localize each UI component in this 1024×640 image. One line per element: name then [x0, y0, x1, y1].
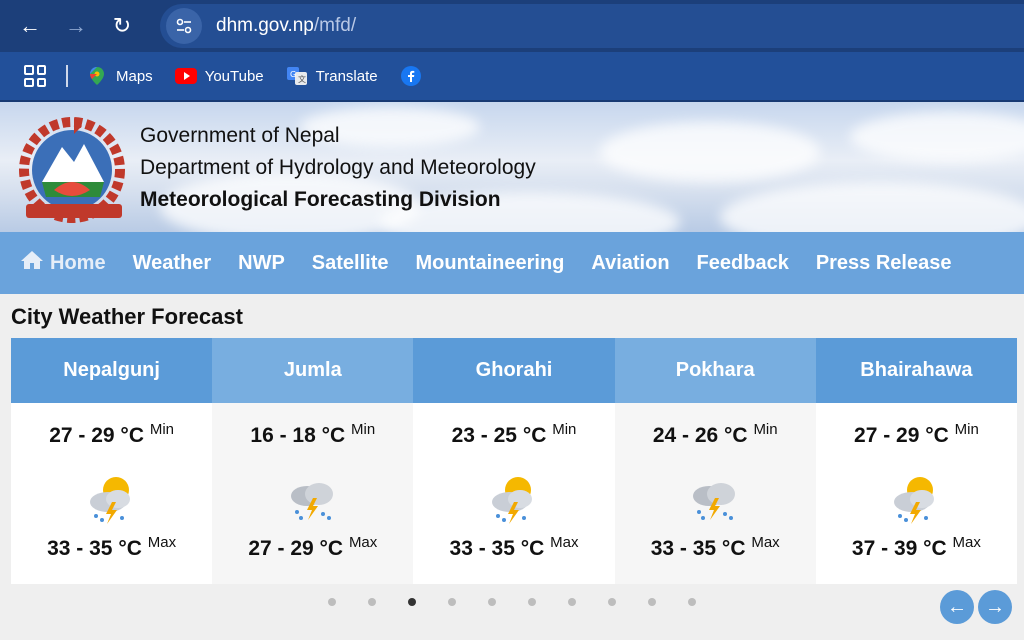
- carousel-dot[interactable]: [368, 598, 376, 606]
- nav-press-release[interactable]: Press Release: [816, 252, 952, 275]
- division-title: Meteorological Forecasting Division: [140, 188, 501, 211]
- nav-feedback[interactable]: Feedback: [697, 252, 789, 275]
- bookmark-maps[interactable]: Maps: [86, 67, 153, 85]
- section-title: City Weather Forecast: [11, 304, 243, 329]
- translate-icon: G文: [286, 67, 308, 85]
- sun-thunderstorm-icon: [89, 477, 130, 524]
- site-banner: Government of Nepal Department of Hydrol…: [0, 102, 1024, 232]
- main-nav: Home Weather NWP Satellite Mountaineerin…: [0, 232, 1024, 294]
- arrow-left-icon: ←: [947, 595, 967, 618]
- forecast-card: Ghorahi 23 - 25 °C Min 33 - 35 °C Max: [413, 338, 615, 584]
- city-name: Jumla: [212, 338, 414, 403]
- apps-grid-icon[interactable]: [24, 65, 46, 87]
- carousel-dot[interactable]: [648, 598, 656, 606]
- carousel-dot[interactable]: [448, 598, 456, 606]
- forecast-card: Jumla 16 - 18 °C Min 27 - 29 °C Max: [212, 338, 414, 584]
- city-name: Ghorahi: [413, 338, 615, 403]
- min-temp: 16 - 18 °C Min: [250, 421, 376, 447]
- nepal-emblem-logo: [19, 117, 125, 223]
- nav-nwp[interactable]: NWP: [238, 252, 285, 275]
- carousel-dot[interactable]: [568, 598, 576, 606]
- arrow-right-icon: →: [985, 595, 1005, 618]
- forecast-carousel: Nepalgunj 27 - 29 °C Min 33 - 35 °C Max …: [11, 338, 1018, 584]
- bookmark-youtube[interactable]: YouTube: [174, 67, 264, 85]
- max-temp: 33 - 35 °C Max: [650, 534, 780, 560]
- sun-thunderstorm-icon: [894, 477, 935, 524]
- bookmarks-bar: Maps YouTube G文 Translate: [0, 52, 1024, 102]
- carousel-dot-active[interactable]: [408, 598, 416, 606]
- svg-text:G: G: [290, 70, 296, 79]
- forecast-card: Nepalgunj 27 - 29 °C Min 33 - 35 °C Max: [11, 338, 213, 584]
- carousel-dot[interactable]: [528, 598, 536, 606]
- forecast-card: Bhairahawa 27 - 29 °C Min 37 - 39 °C Max: [815, 338, 1018, 584]
- address-bar[interactable]: dhm.gov.np/mfd/: [160, 4, 1024, 48]
- site-titles: Government of Nepal Department of Hydrol…: [140, 120, 536, 216]
- city-name: Nepalgunj: [11, 338, 213, 403]
- site-settings-icon[interactable]: [166, 8, 202, 44]
- max-temp: 27 - 29 °C Max: [248, 534, 378, 560]
- forecast-card: Pokhara 24 - 26 °C Min 33 - 35 °C Max: [614, 338, 816, 584]
- back-icon[interactable]: ←: [10, 6, 50, 46]
- bookmark-facebook[interactable]: [400, 66, 430, 86]
- carousel-dot[interactable]: [608, 598, 616, 606]
- nav-mountaineering[interactable]: Mountaineering: [416, 252, 565, 275]
- nav-aviation[interactable]: Aviation: [591, 252, 669, 275]
- sun-thunderstorm-icon: [492, 477, 532, 524]
- youtube-icon: [174, 67, 197, 85]
- min-temp: 27 - 29 °C Min: [49, 421, 174, 447]
- forward-icon[interactable]: →: [56, 6, 96, 46]
- facebook-icon: [400, 66, 422, 86]
- max-temp: 37 - 39 °C Max: [851, 534, 981, 560]
- maps-icon: [86, 67, 108, 85]
- max-temp: 33 - 35 °C Max: [449, 534, 579, 560]
- carousel-dot[interactable]: [328, 598, 336, 606]
- carousel-next-button[interactable]: →: [978, 590, 1012, 624]
- carousel-pagination: [328, 598, 728, 606]
- nav-satellite[interactable]: Satellite: [312, 252, 389, 275]
- min-temp: 23 - 25 °C Min: [451, 421, 577, 447]
- bookmark-translate[interactable]: G文 Translate: [286, 67, 378, 85]
- divider: [66, 65, 68, 87]
- min-temp: 27 - 29 °C Min: [854, 421, 979, 447]
- carousel-dot[interactable]: [688, 598, 696, 606]
- city-name: Bhairahawa: [815, 338, 1018, 403]
- department-title: Department of Hydrology and Meteorology: [140, 156, 536, 179]
- max-temp: 33 - 35 °C Max: [47, 534, 177, 560]
- svg-text:文: 文: [298, 74, 306, 84]
- nav-home[interactable]: Home: [20, 250, 106, 276]
- carousel-dot[interactable]: [488, 598, 496, 606]
- nav-weather[interactable]: Weather: [133, 252, 212, 275]
- carousel-prev-button[interactable]: ←: [940, 590, 974, 624]
- government-title: Government of Nepal: [140, 124, 340, 147]
- home-icon: [20, 250, 44, 276]
- city-name: Pokhara: [614, 338, 816, 403]
- reload-icon[interactable]: ↻: [102, 6, 142, 46]
- browser-toolbar: ← → ↻ dhm.gov.np/mfd/: [0, 0, 1024, 52]
- url-text[interactable]: dhm.gov.np/mfd/: [216, 15, 356, 37]
- thunderstorm-rain-icon: [290, 483, 333, 520]
- thunderstorm-rain-icon: [693, 483, 736, 520]
- min-temp: 24 - 26 °C Min: [652, 421, 778, 447]
